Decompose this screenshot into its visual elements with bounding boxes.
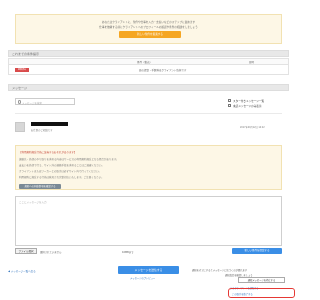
warning-line: 連絡先・外部のやり取りを求める内容はサービスの利用規約違反となる場合があります。 [19, 158, 119, 161]
warning-notice: 【利用規約違反行為に該当するおそれがあります】 連絡先・外部のやり取りを求める内… [15, 145, 282, 190]
offers-table-header: 条件（税込） 日時 [9, 59, 288, 65]
offers-table: 条件（税込） 日時 提案済み 仮の提案・手数料はクライアント負担です [8, 58, 289, 75]
top-notice-line2: 仕事を依頼する前にクライアントへのプロフィールの確認や条件の相談をしましょう [99, 26, 198, 29]
message-textarea[interactable]: ここにメッセージを入力 [15, 196, 282, 246]
warning-line: クライアントまたはワーカーとの取引は必ずサイト内で行ってください。 [19, 170, 102, 173]
table-row[interactable]: 提案済み 仮の提案・手数料はクライアント負担です [9, 66, 288, 74]
textarea-placeholder: ここにメッセージを入力 [19, 201, 47, 204]
offers-column-date: 日時 [249, 61, 255, 64]
starred-checkbox[interactable] [228, 99, 231, 102]
redacted-sender-name [31, 122, 68, 126]
warning-line: 【利用規約違反行為に該当するおそれがあります】 [19, 151, 77, 154]
divider [15, 113, 282, 114]
file-select-button[interactable]: ファイル選択 [15, 248, 37, 254]
unread-checkbox-label: 未読メッセージのみ表示 [233, 105, 262, 108]
file-size-limit: 10MBまで [122, 251, 134, 254]
terms-check-button[interactable]: 規約への同意事項を確認する [19, 184, 61, 189]
offers-column-conditions: 条件（税込） [137, 61, 153, 64]
send-message-button[interactable]: メッセージを送信する [118, 266, 179, 274]
warning-line: 利用規約に違反する行為は発見され次第対応いたします。ご注意ください。 [19, 176, 104, 179]
search-input[interactable]: メッセージを検索 [15, 98, 75, 105]
message-date: 2017年09月12日 14:22 [240, 126, 265, 129]
top-notice: あなたはクライアントに、条件や仕事を入力・支払いなどのステップに進めます 仕事を… [15, 14, 282, 44]
offer-text: 仮の提案・手数料はクライアント負担です [139, 69, 187, 72]
notification-note: 通知をオフにするとメッセージに気づくのが遅れます [192, 269, 248, 272]
message-subject: お仕事のご相談です [31, 129, 53, 132]
propose-offer-button-2[interactable]: 新しい条件を提案する [232, 248, 282, 254]
end-deal-link[interactable]: この取引を終了する [232, 292, 253, 296]
avatar[interactable] [15, 122, 25, 132]
highlighted-end-deal-link[interactable]: この取引を終了する [228, 288, 295, 298]
status-badge: 提案済み [15, 68, 29, 72]
back-to-list-link[interactable]: ◀ メッセージ一覧へ戻る [8, 269, 36, 273]
file-status: 選択されていません [40, 251, 62, 254]
messages-section-title: メッセージ [8, 84, 289, 91]
top-notice-line1: あなたはクライアントに、条件や仕事を入力・支払いなどのステップに進めます [101, 21, 196, 24]
preview-link[interactable]: メッセージのプレビュー [130, 276, 155, 280]
starred-checkbox-label: スター付きメッセージ一覧 [233, 100, 265, 103]
warning-line: 支払いを外部で行う、サイト外の連絡手段を求めることはご遠慮ください。 [19, 164, 105, 167]
offers-section-title: これまでの条件提示 [8, 50, 289, 57]
stop-notification-button[interactable]: 通知メッセージを停止する [238, 277, 285, 283]
search-placeholder: メッセージを検索 [22, 101, 42, 105]
unread-checkbox[interactable] [228, 104, 231, 107]
search-icon [17, 100, 21, 104]
propose-offer-button[interactable]: 新しい条件を提案する [119, 31, 181, 38]
